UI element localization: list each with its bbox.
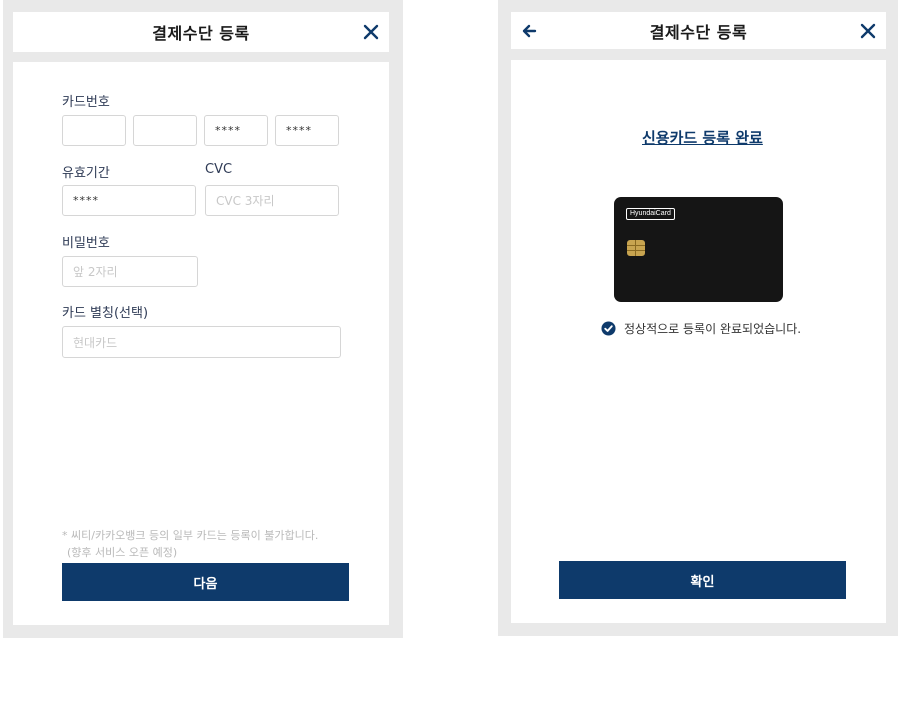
expiry-label: 유효기간	[62, 166, 110, 181]
notice-line-1: * 씨티/카카오뱅크 등의 일부 카드는 등록이 불가합니다.	[62, 529, 319, 542]
page-title: 결제수단 등록	[649, 22, 748, 42]
left-screen: 결제수단 등록 카드번호 **** **** 유효기간 CVC **** CVC…	[3, 0, 403, 638]
success-row: 정상적으로 등록이 완료되었습니다.	[601, 320, 801, 337]
confirm-button[interactable]: 확인	[559, 561, 846, 599]
card-number-field-4[interactable]: ****	[275, 115, 339, 146]
notice-line-2: (향후 서비스 오픈 예정)	[67, 546, 178, 559]
nickname-field[interactable]: 현대카드	[62, 326, 341, 358]
card-brand-logo: HyundaiCard	[626, 208, 675, 220]
left-form-panel: 카드번호 **** **** 유효기간 CVC **** CVC 3자리 비밀번…	[13, 62, 389, 625]
next-button[interactable]: 다음	[62, 563, 349, 601]
chip-icon	[627, 240, 645, 256]
card-number-field-2[interactable]	[133, 115, 197, 146]
card-number-field-3[interactable]: ****	[204, 115, 268, 146]
left-header: 결제수단 등록	[13, 12, 389, 52]
right-screen: 결제수단 등록 신용카드 등록 완료 HyundaiCard 정상적으로 등록이…	[498, 0, 898, 636]
success-message: 정상적으로 등록이 완료되었습니다.	[624, 322, 802, 336]
arrow-left-icon[interactable]	[517, 19, 541, 43]
expiry-field[interactable]: ****	[62, 185, 196, 216]
card-number-field-1[interactable]	[62, 115, 126, 146]
password-label: 비밀번호	[62, 236, 110, 251]
right-header: 결제수단 등록	[511, 12, 886, 49]
close-icon[interactable]	[856, 19, 880, 43]
cvc-field[interactable]: CVC 3자리	[205, 185, 339, 216]
page-title: 결제수단 등록	[152, 24, 250, 43]
cvc-label: CVC	[205, 162, 233, 177]
right-result-panel: 신용카드 등록 완료 HyundaiCard 정상적으로 등록이 완료되었습니다…	[511, 60, 886, 623]
nickname-label: 카드 별칭(선택)	[62, 306, 149, 321]
close-icon[interactable]	[359, 20, 383, 44]
complete-title: 신용카드 등록 완료	[642, 129, 763, 147]
card-image: HyundaiCard	[614, 197, 783, 302]
notice-text: * 씨티/카카오뱅크 등의 일부 카드는 등록이 불가합니다. (향후 서비스 …	[62, 527, 318, 561]
card-number-label: 카드번호	[62, 95, 110, 110]
check-circle-icon	[601, 321, 616, 336]
password-field[interactable]: 앞 2자리	[62, 256, 198, 287]
